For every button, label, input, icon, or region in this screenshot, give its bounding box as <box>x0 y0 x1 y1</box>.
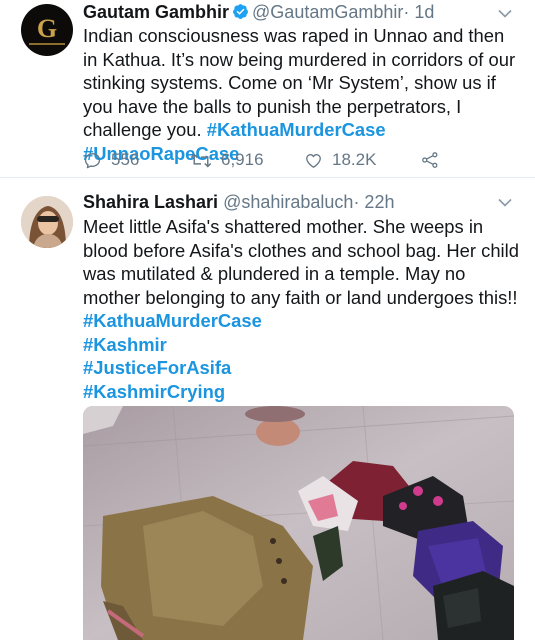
tweet-header: Shahira Lashari @shahirabaluch· 22h <box>83 190 394 214</box>
share-button[interactable] <box>421 148 448 172</box>
retweet-button[interactable]: 6,916 <box>190 148 264 172</box>
author-handle[interactable]: @shahirabaluch <box>223 192 353 212</box>
hashtag-kathuamurdercase[interactable]: #KathuaMurderCase <box>207 119 386 140</box>
tweet-gautam-gambhir[interactable]: G Gautam Gambhir @GautamGambhir· 1d India… <box>0 0 535 178</box>
retweet-count: 6,916 <box>221 150 264 169</box>
retweet-icon <box>190 153 212 167</box>
share-icon <box>422 152 438 168</box>
author-name[interactable]: Shahira Lashari <box>83 192 218 212</box>
tweet-text: Indian consciousness was raped in Unnao … <box>83 24 523 165</box>
hashtag-kathuamurdercase[interactable]: #KathuaMurderCase <box>83 309 523 333</box>
like-count: 18.2K <box>332 150 377 169</box>
author-name[interactable]: Gautam Gambhir <box>83 2 229 22</box>
avatar[interactable] <box>21 196 73 248</box>
avatar-photo <box>21 196 73 248</box>
tweet-timestamp[interactable]: · 1d <box>403 2 434 22</box>
hashtag-kashmircrying[interactable]: #KashmirCrying <box>83 380 523 404</box>
photo-clothes-and-bag <box>83 406 514 640</box>
reply-button[interactable]: 556 <box>83 148 139 172</box>
reply-count: 556 <box>111 150 140 169</box>
like-button[interactable]: 18.2K <box>304 148 376 172</box>
like-icon <box>306 153 321 168</box>
avatar-logo-underline <box>29 43 65 45</box>
hashtag-justiceforasifa[interactable]: #JusticeForAsifa <box>83 356 523 380</box>
tweet-header: Gautam Gambhir @GautamGambhir· 1d <box>83 0 434 24</box>
chevron-down-icon[interactable] <box>498 198 512 207</box>
verified-badge-icon <box>233 4 248 19</box>
chevron-down-icon[interactable] <box>498 9 512 18</box>
author-handle[interactable]: @GautamGambhir <box>252 2 403 22</box>
reply-icon <box>84 152 101 168</box>
avatar[interactable]: G <box>21 4 73 56</box>
tweet-shahira-lashari[interactable]: Shahira Lashari @shahirabaluch· 22h Meet… <box>0 179 535 640</box>
avatar-logo-letter: G <box>36 13 58 43</box>
tweet-photo[interactable] <box>83 406 514 640</box>
tweet-actions: 556 6,916 18.2K <box>83 148 483 172</box>
hashtag-kashmir[interactable]: #Kashmir <box>83 333 523 357</box>
tweet-timestamp[interactable]: · 22h <box>353 192 394 212</box>
tweet-text: Meet little Asifa's shattered mother. Sh… <box>83 215 523 403</box>
tweet-body: Meet little Asifa's shattered mother. Sh… <box>83 216 519 308</box>
